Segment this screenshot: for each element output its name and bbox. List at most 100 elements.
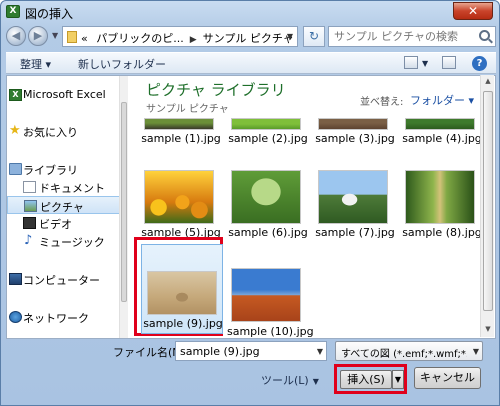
cancel-button[interactable]: キャンセル [414,367,481,389]
view-dropdown-icon[interactable]: ▼ [422,59,428,68]
view-options-icon[interactable] [404,56,418,69]
library-title: ピクチャ ライブラリ [146,81,286,99]
insert-button[interactable]: 挿入(S) [340,370,392,389]
sidebar-scrollbar-thumb[interactable] [121,102,127,302]
excel-icon: X [9,89,22,101]
tools-menu[interactable]: ツール(L) ▼ [261,372,319,388]
sidebar-item-label: コンピューター [23,274,100,287]
file-type-dropdown-icon[interactable]: ▼ [473,347,479,356]
recent-pages-dropdown-icon[interactable]: ▼ [52,31,58,40]
insert-button-highlight: 挿入(S) ▼ [334,364,407,394]
refresh-button[interactable]: ↻ [303,26,325,47]
file-item[interactable]: sample (1).jpg [140,118,222,148]
file-item[interactable]: sample (4).jpg [401,118,483,148]
filename-combobox[interactable]: ▼ [175,341,327,361]
file-item[interactable]: sample (5).jpg [140,170,222,242]
sidebar-item-pictures[interactable]: ピクチャ [7,196,120,214]
file-item[interactable]: sample (3).jpg [314,118,396,148]
file-item[interactable]: sample (2).jpg [227,118,309,148]
image-thumbnail [318,170,388,224]
image-thumbnail [231,170,301,224]
sidebar-item-label: Microsoft Excel [23,88,106,101]
tools-dropdown-icon: ▼ [312,377,319,386]
command-toolbar: 整理 ▾ 新しいフォルダー ▼ ? [6,52,496,74]
forward-button[interactable]: ▶ [28,26,48,46]
image-thumbnail [144,118,214,130]
excel-app-icon: X [6,5,20,18]
file-name: sample (9).jpg [143,317,223,330]
back-button[interactable]: ◀ [6,26,26,46]
content-panel: X Microsoft Excel ★ お気に入り ライブラリ ドキュメント ピ… [6,75,496,339]
file-item[interactable]: sample (7).jpg [314,170,396,242]
file-list-scrollbar[interactable]: ▲ ▼ [480,75,494,337]
filename-input[interactable] [180,345,310,358]
image-thumbnail [318,118,388,130]
network-icon [9,311,22,323]
preview-pane-icon[interactable] [442,56,456,69]
title-bar: X 図の挿入 ✕ [1,1,499,23]
search-input[interactable] [334,30,474,43]
tools-label: ツール(L) [261,374,309,387]
library-header: ピクチャ ライブラリ サンプル ピクチャ 並べ替え: フォルダー ▾ [128,76,480,116]
sidebar-item-favorites[interactable]: ★ お気に入り [7,122,120,140]
close-button[interactable]: ✕ [453,2,493,20]
sidebar-item-computer[interactable]: コンピューター [7,270,120,288]
video-icon [23,217,36,229]
image-thumbnail [144,170,214,224]
file-item[interactable]: sample (10).jpg [227,268,314,340]
file-item[interactable]: sample (6).jpg [227,170,309,242]
file-name: sample (6).jpg [228,226,308,239]
file-list-scrollbar-thumb[interactable] [483,91,493,311]
breadcrumb-sample-pictures[interactable]: サンプル ピクチャ [203,32,294,45]
insert-options-dropdown-icon[interactable]: ▼ [392,370,404,389]
file-name: sample (2).jpg [228,132,308,145]
image-thumbnail [405,118,475,130]
sidebar-item-label: ミュージック [39,236,105,249]
search-icon[interactable] [479,30,490,41]
sidebar-item-documents[interactable]: ドキュメント [7,178,120,196]
image-thumbnail [231,268,301,322]
help-icon[interactable]: ? [472,56,487,71]
file-item[interactable]: sample (8).jpg [401,170,483,242]
breadcrumb-public-pictures[interactable]: パブリックのピ... [96,32,184,45]
scroll-up-icon[interactable]: ▲ [483,77,493,87]
selected-file-highlight: sample (9).jpg [134,237,223,336]
filename-dropdown-icon[interactable]: ▼ [317,347,323,356]
file-name: sample (3).jpg [315,132,395,145]
computer-icon [9,273,22,285]
library-subtitle: サンプル ピクチャ [146,104,229,115]
new-folder-button[interactable]: 新しいフォルダー [78,56,166,72]
organize-menu[interactable]: 整理 ▾ [20,56,51,72]
search-box[interactable] [328,26,496,47]
star-icon: ★ [9,123,21,138]
window-title: 図の挿入 [25,7,74,21]
image-thumbnail [231,118,301,130]
sidebar-item-label: ビデオ [39,218,72,231]
sidebar-item-microsoft-excel[interactable]: X Microsoft Excel [7,86,120,104]
file-name: sample (4).jpg [402,132,482,145]
breadcrumb-separator-icon[interactable]: ▶ [190,35,197,45]
arrange-by-dropdown[interactable]: フォルダー ▾ [410,92,474,108]
arrange-by-label: 並べ替え: [360,97,404,108]
file-name: sample (8).jpg [402,226,482,239]
sidebar-item-videos[interactable]: ビデオ [7,214,120,232]
document-icon [23,181,36,193]
address-bar[interactable]: « パブリックのピ... ▶ サンプル ピクチャ ▼ [62,26,298,47]
sidebar-scrollbar[interactable] [119,76,128,338]
sidebar-item-libraries[interactable]: ライブラリ [7,160,120,178]
sidebar-item-label: ピクチャ [40,201,84,214]
address-dropdown-icon[interactable]: ▼ [287,32,293,41]
image-thumbnail [147,271,217,315]
scroll-down-icon[interactable]: ▼ [483,325,493,335]
sidebar-item-label: ドキュメント [39,182,105,195]
sidebar-item-network[interactable]: ネットワーク [7,308,120,326]
insert-picture-dialog: X 図の挿入 ✕ ◀ ▶ ▼ « パブリックのピ... ▶ サンプル ピクチャ ▼ … [0,0,500,406]
file-type-filter[interactable]: すべての図 (*.emf;*.wmf;*.j ▼ [335,341,483,361]
breadcrumb-overflow[interactable]: « [81,32,88,45]
sidebar-item-music[interactable]: ♪ ミュージック [7,232,120,250]
file-name: sample (10).jpg [227,325,314,338]
file-name: sample (7).jpg [315,226,395,239]
file-item-selected[interactable]: sample (9).jpg [141,244,223,334]
sidebar-item-label: お気に入り [23,126,78,139]
sidebar-item-label: ライブラリ [23,164,78,177]
